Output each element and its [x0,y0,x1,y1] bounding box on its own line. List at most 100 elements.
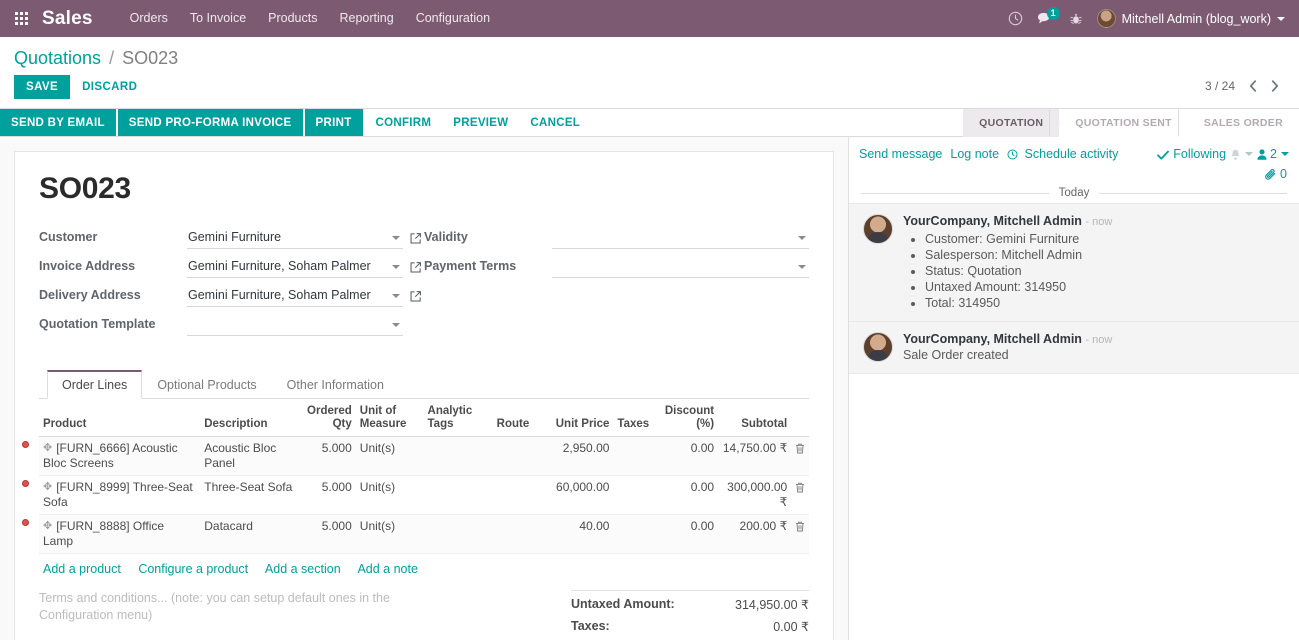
table-row[interactable]: ✥ [FURN_8888] Office Lamp Datacard 5.000 … [22,514,809,554]
cell-discount[interactable]: 0.00 [660,436,719,476]
cell-description[interactable]: Datacard [200,514,301,554]
confirm-button[interactable]: CONFIRM [365,109,443,136]
cell-taxes[interactable] [613,436,661,476]
tab-other-information[interactable]: Other Information [272,370,399,399]
tab-optional-products[interactable]: Optional Products [142,370,271,399]
configure-a-product-link[interactable]: Configure a product [138,562,248,576]
pager-next-button[interactable] [1265,75,1285,97]
label-customer: Customer [39,230,98,244]
cell-route[interactable] [492,436,552,476]
chevron-down-icon[interactable] [1281,152,1289,156]
cell-uom[interactable]: Unit(s) [355,436,424,476]
tab-order-lines[interactable]: Order Lines [47,370,143,399]
page-title: SO023 [39,172,131,205]
cell-uom[interactable]: Unit(s) [355,514,424,554]
drag-handle-icon[interactable]: ✥ [43,519,56,534]
activity-clock-icon[interactable] [1001,0,1031,37]
breadcrumb-quotations-link[interactable]: Quotations [14,48,101,68]
form-sheet: SO023 Customer Gemini Furniture Invoice … [14,151,834,640]
trash-icon[interactable] [795,480,805,494]
followers-button[interactable]: 2 [1257,147,1277,161]
open-customer-external-link-icon[interactable] [409,230,423,244]
preview-button[interactable]: PREVIEW [442,109,519,136]
delivery-address-input[interactable] [187,286,403,307]
chevron-down-icon[interactable] [1245,152,1254,156]
debug-bug-icon[interactable] [1061,0,1091,37]
log-note-button[interactable]: Log note [950,145,1007,163]
send-by-email-button[interactable]: SEND BY EMAIL [0,109,116,136]
cell-unit-price[interactable]: 60,000.00 [551,475,614,515]
cell-description[interactable]: Three-Seat Sofa [200,475,301,515]
field-row-delivery-address: Delivery Address [39,286,424,307]
chevron-down-icon [1277,16,1285,21]
cell-delete[interactable] [791,436,809,476]
add-a-section-link[interactable]: Add a section [265,562,341,576]
status-quotation[interactable]: QUOTATION [963,109,1061,137]
print-button[interactable]: PRINT [304,109,363,136]
cell-product[interactable]: ✥ [FURN_8888] Office Lamp [22,514,201,554]
cell-description[interactable]: Acoustic Bloc Panel [200,436,301,476]
cell-analytic-tags[interactable] [423,475,493,515]
schedule-activity-button[interactable]: Schedule activity [1007,145,1126,163]
status-sales-order[interactable]: SALES ORDER [1187,109,1299,137]
cell-unit-price[interactable]: 40.00 [551,514,614,554]
cell-unit-price[interactable]: 2,950.00 [551,436,614,476]
attachment-count: 0 [1280,167,1287,181]
messages-chat-icon[interactable]: 1 [1031,0,1061,37]
app-brand-sales[interactable]: Sales [42,8,93,30]
cell-taxes[interactable] [613,514,661,554]
menu-item-reporting[interactable]: Reporting [328,0,404,37]
cell-discount[interactable]: 0.00 [660,475,719,515]
apps-menu-button[interactable] [0,0,42,37]
open-delivery-address-external-link-icon[interactable] [409,288,423,302]
terms-and-conditions-field[interactable]: Terms and conditions... (note: you can s… [39,590,409,640]
validity-input[interactable] [552,228,809,249]
menu-item-to-invoice[interactable]: To Invoice [179,0,257,37]
payment-terms-input[interactable] [552,257,809,278]
cell-qty[interactable]: 5.000 [300,475,356,515]
open-invoice-address-external-link-icon[interactable] [409,259,423,273]
user-name-label: Mitchell Admin (blog_work) [1121,11,1271,26]
cancel-button[interactable]: CANCEL [519,109,591,136]
trash-icon[interactable] [795,519,805,533]
drag-handle-icon[interactable]: ✥ [43,441,56,456]
send-pro-forma-invoice-button[interactable]: SEND PRO-FORMA INVOICE [117,109,303,136]
add-a-note-link[interactable]: Add a note [357,562,417,576]
add-a-product-link[interactable]: Add a product [43,562,121,576]
cell-product[interactable]: ✥ [FURN_6666] Acoustic Bloc Screens [22,436,201,476]
customer-input[interactable] [187,228,403,249]
following-toggle[interactable]: Following [1157,147,1226,161]
cell-delete[interactable] [791,475,809,515]
status-quotation-sent[interactable]: QUOTATION SENT [1059,109,1189,137]
trash-icon[interactable] [795,441,805,455]
cell-route[interactable] [492,514,552,554]
bell-icon[interactable] [1230,147,1241,161]
record-buttons: SAVE DISCARD [14,75,1285,108]
followers-count: 2 [1270,147,1277,161]
cell-taxes[interactable] [613,475,661,515]
cell-delete[interactable] [791,514,809,554]
discard-button[interactable]: DISCARD [70,75,149,99]
send-message-button[interactable]: Send message [859,145,950,163]
invoice-address-input[interactable] [187,257,403,278]
pager-previous-button[interactable] [1243,75,1263,97]
cell-analytic-tags[interactable] [423,514,493,554]
quotation-template-input[interactable] [187,315,403,336]
menu-item-configuration[interactable]: Configuration [405,0,501,37]
menu-item-orders[interactable]: Orders [119,0,179,37]
save-button[interactable]: SAVE [14,75,71,99]
messages-count-badge: 1 [1046,7,1060,20]
cell-qty[interactable]: 5.000 [300,514,356,554]
attachments-row[interactable]: 0 [849,165,1299,187]
cell-discount[interactable]: 0.00 [660,514,719,554]
table-row[interactable]: ✥ [FURN_8999] Three-Seat Sofa Three-Seat … [22,475,809,515]
table-row[interactable]: ✥ [FURN_6666] Acoustic Bloc Screens Acous… [22,436,809,476]
cell-uom[interactable]: Unit(s) [355,475,424,515]
menu-item-products[interactable]: Products [257,0,328,37]
cell-route[interactable] [492,475,552,515]
cell-qty[interactable]: 5.000 [300,436,356,476]
cell-analytic-tags[interactable] [423,436,493,476]
drag-handle-icon[interactable]: ✥ [43,480,56,495]
user-menu[interactable]: Mitchell Admin (blog_work) [1091,9,1293,28]
cell-product[interactable]: ✥ [FURN_8999] Three-Seat Sofa [22,475,201,515]
